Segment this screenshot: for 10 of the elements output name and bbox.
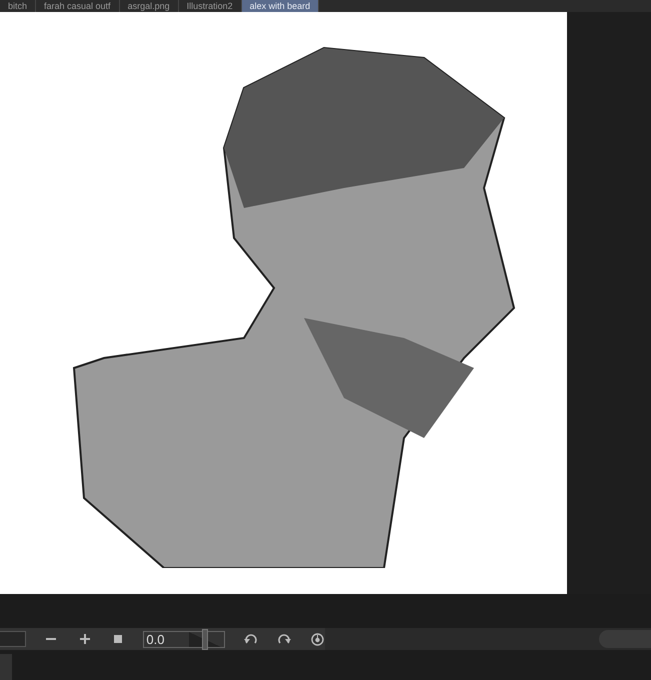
slider-thumb[interactable] — [202, 628, 208, 650]
zoom-field[interactable] — [0, 631, 26, 647]
rotate-left-icon — [244, 634, 258, 644]
rotate-right-icon — [278, 634, 291, 644]
square-icon — [114, 635, 122, 643]
document-tab[interactable]: alex with beard — [242, 0, 320, 12]
reset-rotation-button[interactable] — [310, 631, 325, 647]
dial-icon — [310, 632, 324, 646]
minus-icon — [46, 638, 56, 640]
plus-icon — [80, 634, 90, 644]
